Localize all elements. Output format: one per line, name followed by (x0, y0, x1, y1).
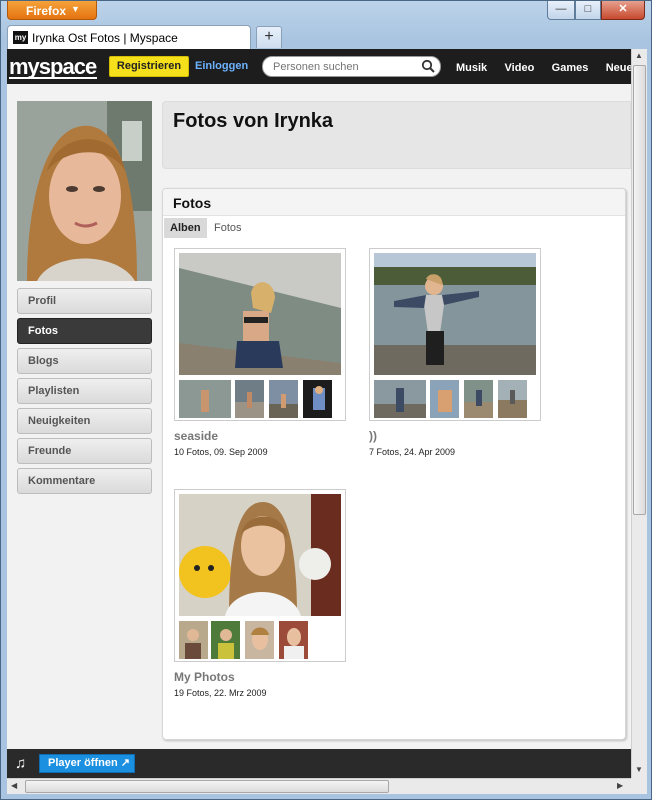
album-thumb-strip (179, 621, 341, 659)
browser-window: Firefox ▼ — □ ✕ my Irynka Ost Fotos | My… (0, 0, 652, 800)
album-card: My Photos 19 Fotos, 22. Mrz 2009 (174, 489, 346, 698)
chevron-down-icon: ▼ (71, 4, 80, 14)
album-thumb[interactable] (498, 380, 527, 418)
scroll-down-icon[interactable]: ▼ (635, 765, 643, 774)
album-thumb-strip (374, 380, 536, 418)
tab-fotos[interactable]: Fotos (208, 218, 248, 238)
album-card: )) 7 Fotos, 24. Apr 2009 (369, 248, 541, 457)
page-title: Fotos von Irynka (173, 110, 334, 132)
vertical-scroll-thumb[interactable] (633, 65, 646, 515)
album-title[interactable]: My Photos (174, 670, 346, 684)
horizontal-scroll-thumb[interactable] (25, 780, 389, 793)
photos-panel-title: Fotos (173, 195, 212, 211)
sidebar-item-freunde[interactable]: Freunde (17, 438, 152, 464)
photos-panel-header: Fotos (163, 189, 625, 216)
maximize-button[interactable]: □ (575, 1, 601, 20)
profile-photo[interactable] (17, 101, 152, 281)
search-box (262, 56, 441, 77)
nav-link-games[interactable]: Games (552, 62, 589, 74)
logo-underline (9, 77, 97, 79)
scroll-left-icon[interactable]: ◀ (11, 781, 17, 790)
album-cover-image[interactable] (179, 494, 341, 616)
album-thumb[interactable] (235, 380, 264, 418)
album-thumb[interactable] (211, 621, 240, 659)
album-meta: 19 Fotos, 22. Mrz 2009 (174, 688, 267, 698)
album-card: seaside 10 Fotos, 09. Sep 2009 (174, 248, 346, 457)
profile-sidebar: Profil Fotos Blogs Playlisten Neuigkeite… (17, 288, 152, 498)
tab-strip: my Irynka Ost Fotos | Myspace + (7, 23, 647, 49)
album-thumb[interactable] (430, 380, 459, 418)
album-thumb[interactable] (374, 380, 426, 418)
top-nav-links: Musik Video Games Neue L (456, 60, 631, 74)
album-thumb[interactable] (303, 380, 332, 418)
tab-alben[interactable]: Alben (164, 218, 207, 238)
vertical-scrollbar[interactable]: ▲ ▼ (631, 49, 647, 778)
firefox-menu-button[interactable]: Firefox ▼ (7, 1, 97, 20)
album-meta: 10 Fotos, 09. Sep 2009 (174, 447, 268, 457)
firefox-menu-label: Firefox (26, 4, 67, 18)
album-cover-image[interactable] (374, 253, 536, 375)
sidebar-item-profil[interactable]: Profil (17, 288, 152, 314)
album-thumb[interactable] (179, 380, 231, 418)
tab-title: Irynka Ost Fotos | Myspace (32, 31, 178, 45)
album-thumb[interactable] (269, 380, 298, 418)
site-header: myspace Registrieren Einloggen Musik Vid… (7, 49, 631, 84)
myspace-favicon-icon: my (13, 31, 28, 44)
search-input[interactable] (273, 60, 413, 74)
profile-page: Profil Fotos Blogs Playlisten Neuigkeite… (7, 84, 631, 764)
minimize-button[interactable]: — (547, 1, 575, 20)
album-title[interactable]: seaside (174, 429, 346, 443)
sidebar-item-fotos[interactable]: Fotos (17, 318, 152, 344)
new-tab-button[interactable]: + (256, 26, 282, 48)
scrollbar-corner (631, 778, 647, 794)
album-thumb[interactable] (279, 621, 308, 659)
album-thumbnail-frame[interactable] (174, 489, 346, 662)
album-title[interactable]: )) (369, 429, 541, 443)
register-button[interactable]: Registrieren (109, 56, 189, 77)
scroll-up-icon[interactable]: ▲ (635, 51, 643, 60)
nav-link-musik[interactable]: Musik (456, 62, 487, 74)
sidebar-item-playlisten[interactable]: Playlisten (17, 378, 152, 404)
album-cover-image[interactable] (179, 253, 341, 375)
title-bar: Firefox ▼ — □ ✕ (1, 1, 651, 23)
close-button[interactable]: ✕ (601, 1, 645, 20)
album-meta: 7 Fotos, 24. Apr 2009 (369, 447, 456, 457)
photos-panel: Fotos Alben Fotos seaside 10 Fotos, 09. … (162, 188, 626, 740)
music-player-bar: ♫ Player öffnen ↗ (7, 749, 631, 778)
page-viewport: myspace Registrieren Einloggen Musik Vid… (7, 49, 631, 778)
open-player-button[interactable]: Player öffnen ↗ (39, 754, 135, 773)
browser-tab[interactable]: my Irynka Ost Fotos | Myspace (7, 25, 251, 49)
music-note-icon: ♫ (15, 755, 27, 772)
nav-link-video[interactable]: Video (505, 62, 535, 74)
horizontal-scrollbar[interactable]: ◀ ▶ (7, 778, 631, 794)
login-link[interactable]: Einloggen (195, 60, 248, 72)
nav-link-neue[interactable]: Neue L (606, 62, 631, 74)
sidebar-item-neuigkeiten[interactable]: Neuigkeiten (17, 408, 152, 434)
album-thumbnail-frame[interactable] (174, 248, 346, 421)
album-thumb[interactable] (464, 380, 493, 418)
search-icon[interactable] (421, 59, 435, 73)
album-thumb-strip (179, 380, 341, 418)
sidebar-item-kommentare[interactable]: Kommentare (17, 468, 152, 494)
scroll-right-icon[interactable]: ▶ (617, 781, 623, 790)
album-thumb[interactable] (245, 621, 274, 659)
sidebar-item-blogs[interactable]: Blogs (17, 348, 152, 374)
page-header: Fotos von Irynka (162, 101, 631, 169)
album-thumbnail-frame[interactable] (369, 248, 541, 421)
album-thumb[interactable] (179, 621, 208, 659)
